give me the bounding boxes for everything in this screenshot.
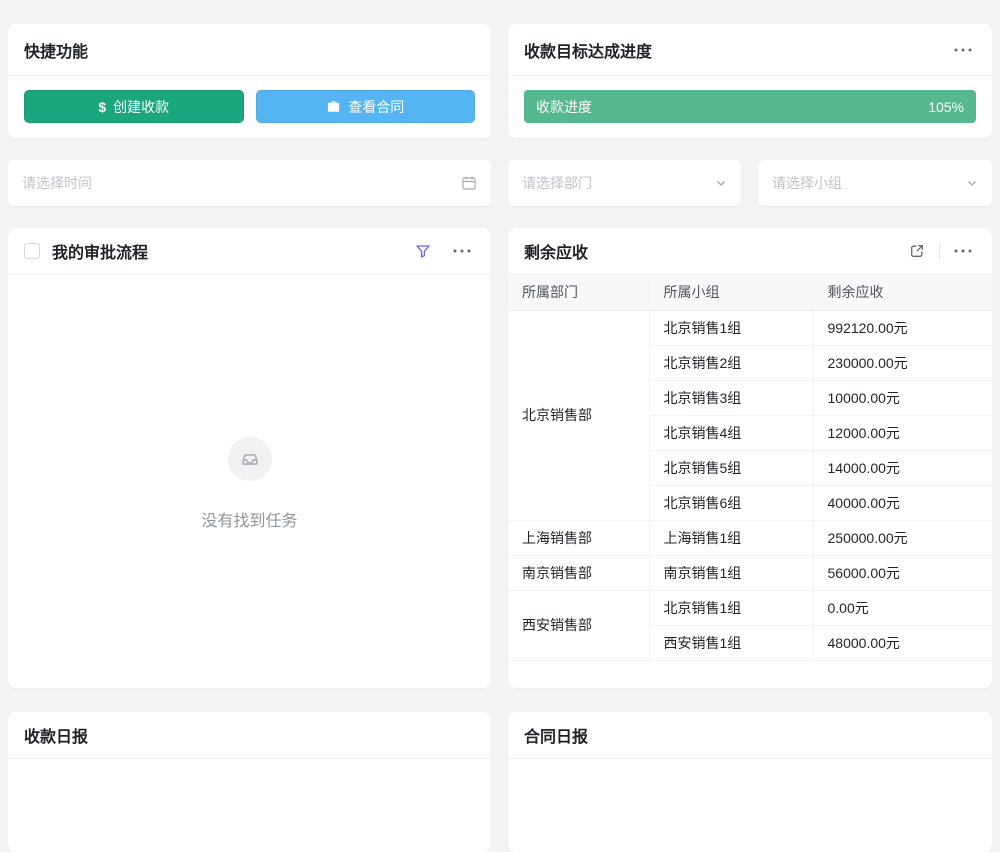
more-icon [954,48,972,52]
receivables-card-header: 剩余应收 [508,228,992,275]
approval-card: 我的审批流程 没有找到任务 [8,228,491,688]
view-contract-button[interactable]: 查看合同 [256,90,476,123]
create-payment-label: 创建收款 [113,97,169,117]
department-filter-input[interactable] [522,175,707,191]
group-cell: 北京销售2组 [649,345,813,380]
amount-cell: 40000.00元 [813,485,992,520]
receivables-card-title: 剩余应收 [524,239,588,263]
dollar-icon: $ [98,99,106,115]
approval-more-button[interactable] [449,245,475,257]
amount-cell: 0.00元 [813,590,992,625]
table-header-row: 所属部门 所属小组 剩余应收 [508,275,992,310]
amount-cell: 10000.00元 [813,380,992,415]
dept-cell: 南京销售部 [508,555,649,590]
dept-cell: 北京销售部 [508,310,649,520]
contract-daily-header: 合同日报 [508,712,992,759]
table-row: 南京销售部 南京销售1组 56000.00元 [508,555,992,590]
payment-daily-title: 收款日报 [24,723,88,747]
group-filter-input[interactable] [772,175,958,191]
progress-bar-value: 105% [928,99,964,115]
time-filter[interactable] [8,160,491,206]
table-row: 西安销售部 北京销售1组 0.00元 [508,590,992,625]
more-icon [954,249,972,253]
group-cell: 北京销售1组 [649,310,813,345]
group-cell: 北京销售1组 [649,590,813,625]
dept-cell: 西安销售部 [508,590,649,660]
more-icon [453,249,471,253]
empty-state-text: 没有找到任务 [201,507,297,531]
amount-cell: 14000.00元 [813,450,992,485]
amount-cell: 250000.00元 [813,520,992,555]
progress-card: 收款目标达成进度 收款进度 105% [508,24,992,138]
quick-actions-body: $ 创建收款 查看合同 [8,76,491,137]
chevron-down-icon [715,177,727,189]
group-cell: 上海销售1组 [649,520,813,555]
column-header-amount: 剩余应收 [813,275,992,310]
column-header-group: 所属小组 [649,275,813,310]
table-row: 北京销售部 北京销售1组 992120.00元 [508,310,992,345]
dept-cell: 上海销售部 [508,520,649,555]
amount-cell: 12000.00元 [813,415,992,450]
receivables-more-button[interactable] [950,245,976,257]
receivables-expand-button[interactable] [905,239,929,263]
department-filter[interactable] [508,160,741,206]
progress-bar-label: 收款进度 [536,97,592,117]
briefcase-icon [326,99,341,114]
contract-daily-title: 合同日报 [524,723,588,747]
time-filter-input[interactable] [22,175,453,191]
header-icon-divider [939,244,940,258]
group-cell: 北京销售6组 [649,485,813,520]
group-cell: 西安销售1组 [649,625,813,660]
progress-card-header: 收款目标达成进度 [508,24,992,76]
chevron-down-icon [966,177,978,189]
table-row: 上海销售部 上海销售1组 250000.00元 [508,520,992,555]
approval-filter-button[interactable] [411,239,435,263]
group-cell: 北京销售4组 [649,415,813,450]
group-filter[interactable] [758,160,992,206]
amount-cell: 230000.00元 [813,345,992,380]
payment-daily-header: 收款日报 [8,712,491,759]
quick-actions-header: 快捷功能 [8,24,491,76]
open-in-new-icon [909,243,925,259]
payment-progress-bar: 收款进度 105% [524,90,976,123]
progress-more-button[interactable] [950,44,976,56]
filter-icon [415,243,431,259]
payment-daily-card: 收款日报 [8,712,491,852]
amount-cell: 56000.00元 [813,555,992,590]
approval-select-checkbox[interactable] [24,243,40,259]
amount-cell: 992120.00元 [813,310,992,345]
amount-cell: 48000.00元 [813,625,992,660]
quick-actions-title: 快捷功能 [24,38,88,62]
contract-daily-card: 合同日报 [508,712,992,852]
approval-card-header: 我的审批流程 [8,228,491,275]
view-contract-label: 查看合同 [348,97,404,117]
approval-empty-state: 没有找到任务 [8,275,491,683]
quick-actions-card: 快捷功能 $ 创建收款 查看合同 [8,24,491,138]
group-cell: 北京销售3组 [649,380,813,415]
calendar-icon [461,175,477,191]
receivables-table: 所属部门 所属小组 剩余应收 北京销售部 北京销售1组 992120.00元 北… [508,275,992,661]
receivables-card: 剩余应收 所属部门 所属小组 剩余应收 北京销售部 北京销售1组 [508,228,992,688]
create-payment-button[interactable]: $ 创建收款 [24,90,244,123]
approval-card-title: 我的审批流程 [52,239,148,263]
empty-inbox-icon [228,437,272,481]
group-cell: 北京销售5组 [649,450,813,485]
column-header-department: 所属部门 [508,275,649,310]
group-cell: 南京销售1组 [649,555,813,590]
progress-card-title: 收款目标达成进度 [524,38,652,62]
